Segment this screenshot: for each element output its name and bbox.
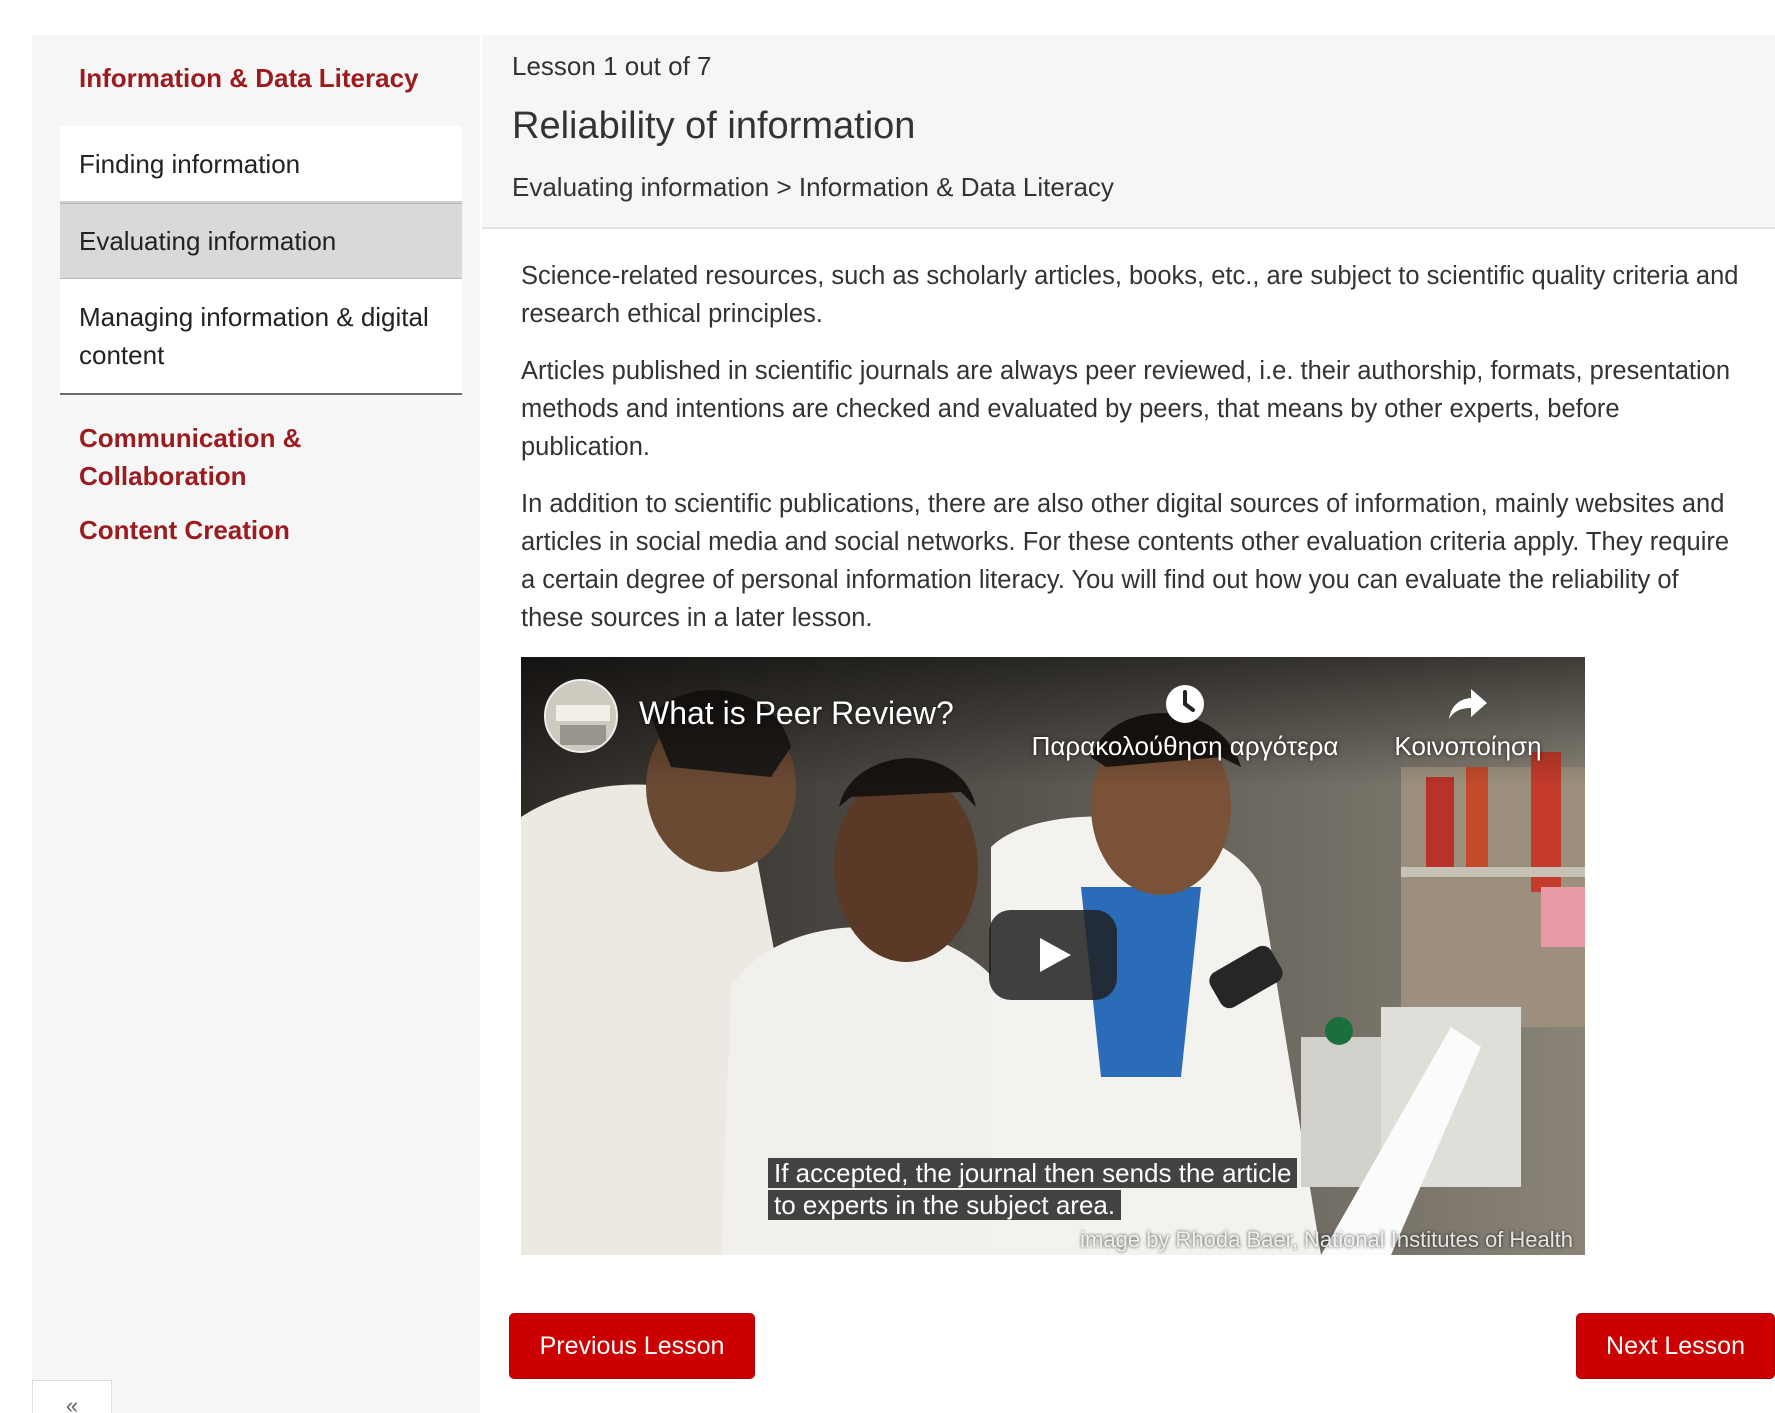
breadcrumb: Evaluating information > Information & D… (512, 172, 1114, 202)
caption-line: to experts in the subject area. (768, 1190, 1122, 1220)
video-title[interactable]: What is Peer Review? (639, 695, 954, 732)
paragraph: Articles published in scientific journal… (521, 357, 1731, 461)
lesson-text: Science-related resources, such as schol… (521, 257, 1741, 656)
page: Information & Data Literacy Finding info… (0, 0, 1775, 1413)
share-arrow-icon (1449, 689, 1487, 719)
sidebar-item-label: Finding information (79, 148, 301, 179)
clock-icon (1166, 685, 1204, 723)
lesson-header: Lesson 1 out of 7 Reliability of informa… (482, 35, 1775, 229)
sidebar-sublist: Finding information Evaluating informati… (60, 126, 462, 395)
sidebar-item-finding-information[interactable]: Finding information (60, 126, 462, 203)
sidebar-item-label: Evaluating information (79, 226, 337, 256)
caption-line: If accepted, the journal then sends the … (768, 1158, 1298, 1188)
video-captions: If accepted, the journal then sends the … (768, 1157, 1298, 1221)
share-label: Κοινοποίηση (1394, 731, 1542, 761)
watch-later-button[interactable]: Παρακολούθηση αργότερα (1025, 683, 1345, 762)
double-chevron-left-icon: « (65, 1393, 79, 1413)
sidebar-section-content-creation[interactable]: Content Creation (79, 511, 459, 549)
play-icon (1040, 938, 1071, 972)
next-lesson-button[interactable]: Next Lesson (1576, 1313, 1775, 1379)
lesson-count: Lesson 1 out of 7 (512, 51, 712, 81)
video-player[interactable]: What is Peer Review? Παρακολούθηση αργότ… (521, 657, 1585, 1255)
play-button[interactable] (989, 910, 1117, 1000)
sidebar-item-managing-information[interactable]: Managing information & digital content (60, 279, 462, 395)
main-content: Lesson 1 out of 7 Reliability of informa… (482, 35, 1775, 1413)
page-title: Reliability of information (512, 105, 916, 147)
sidebar-section-communication-collaboration[interactable]: Communication & Collaboration (79, 419, 339, 495)
sidebar-item-evaluating-information[interactable]: Evaluating information (60, 203, 462, 279)
sidebar-item-label: Managing information & digital content (79, 302, 429, 370)
share-button[interactable]: Κοινοποίηση (1383, 683, 1553, 762)
previous-lesson-button[interactable]: Previous Lesson (509, 1313, 755, 1379)
paragraph: In addition to scientific publications, … (521, 490, 1730, 632)
watch-later-label: Παρακολούθηση αργότερα (1031, 731, 1339, 761)
sidebar-collapse-button[interactable]: « (32, 1380, 112, 1413)
channel-avatar[interactable] (544, 679, 618, 753)
paragraph: Science-related resources, such as schol… (521, 262, 1739, 328)
image-credit: image by Rhoda Baer, National Institutes… (1080, 1227, 1573, 1252)
sidebar: Information & Data Literacy Finding info… (32, 35, 480, 1413)
sidebar-section-information-data-literacy[interactable]: Information & Data Literacy (79, 59, 459, 97)
